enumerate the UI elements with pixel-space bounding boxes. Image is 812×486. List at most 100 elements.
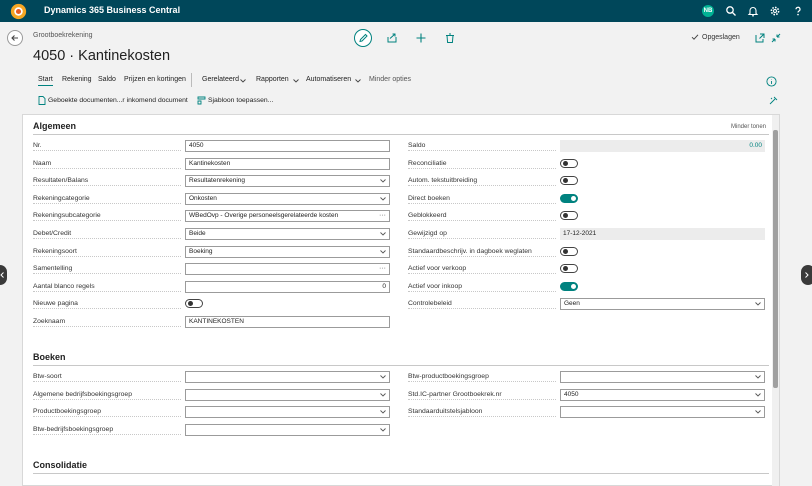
saved-status: Opgeslagen xyxy=(702,34,740,41)
section-title-general[interactable]: Algemeen xyxy=(33,121,76,131)
direct-boeken-toggle[interactable] xyxy=(560,193,578,203)
controlebeleid-value: Geen xyxy=(564,300,580,308)
info-icon[interactable] xyxy=(766,76,777,87)
rekeningsoort-label: Rekeningsoort xyxy=(33,247,77,255)
rekeningcategorie-field[interactable]: Onkosten xyxy=(185,192,390,205)
gewijzigd-op-label: Gewijzigd op xyxy=(408,230,447,237)
label-leader xyxy=(33,202,181,204)
label-leader xyxy=(408,238,556,239)
edit-button[interactable] xyxy=(354,29,372,47)
rekeningcategorie-label: Rekeningcategorie xyxy=(33,194,90,202)
chevron-down-icon xyxy=(293,79,299,83)
autom-tekstuitbreiding-toggle[interactable] xyxy=(560,176,578,186)
open-new-window-icon[interactable] xyxy=(754,32,766,44)
tab-separator xyxy=(191,73,192,87)
std-ic-partner-grootboekrek-nr-label: Std.IC-partner Grootboekrek.nr xyxy=(408,390,502,398)
geblokkeerd-toggle[interactable] xyxy=(560,211,578,221)
label-leader xyxy=(408,381,556,382)
chevron-down-icon xyxy=(380,410,386,414)
nr-label: Nr. xyxy=(33,142,42,149)
section-divider xyxy=(33,473,769,474)
lookup-icon[interactable]: ··· xyxy=(379,264,386,273)
aantal-blanco-regels-label: Aantal blanco regels xyxy=(33,282,95,290)
label-leader xyxy=(33,220,181,222)
samentelling-field[interactable]: ··· xyxy=(185,263,390,276)
gear-icon[interactable] xyxy=(769,5,781,17)
reconciliatie-toggle[interactable] xyxy=(560,158,578,168)
rekeningcategorie-value: Onkosten xyxy=(189,194,217,202)
resultaten-balans-field[interactable]: Resultatenrekening xyxy=(185,175,390,188)
label-leader xyxy=(408,308,556,310)
chevron-down-icon xyxy=(380,375,386,379)
btw-bedrijfsboekingsgroep-field[interactable] xyxy=(185,423,390,436)
lookup-icon[interactable]: ··· xyxy=(379,211,386,220)
zoeknaam-field[interactable]: KANTINEKOSTEN xyxy=(185,316,390,328)
pencil-icon xyxy=(359,33,368,43)
show-less-button[interactable]: Minder tonen xyxy=(731,124,766,130)
label-leader xyxy=(408,167,556,169)
previous-record-button[interactable] xyxy=(0,265,7,285)
std-ic-partner-grootboekrek-nr-field[interactable]: 4050 xyxy=(560,388,765,401)
apply-template-button[interactable]: Sjabloon toepassen... xyxy=(208,97,273,104)
rekeningsoort-field[interactable]: Boeking xyxy=(185,245,390,258)
nr-field[interactable]: 4050 xyxy=(185,140,390,152)
standaardbeschrijv-in-dagboek-weglaten-toggle[interactable] xyxy=(560,246,578,256)
help-icon[interactable] xyxy=(792,5,804,17)
controlebeleid-field[interactable]: Geen xyxy=(560,298,765,311)
tab-gerelateerd[interactable]: Gerelateerd xyxy=(202,76,239,83)
chevron-down-icon xyxy=(755,302,761,307)
back-button[interactable] xyxy=(7,30,23,46)
chevron-down-icon xyxy=(380,232,386,236)
next-record-button[interactable] xyxy=(801,265,812,285)
standaarduitstelsjabloon-field[interactable] xyxy=(560,406,765,419)
actief-voor-verkoop-toggle[interactable] xyxy=(560,264,578,274)
controlebeleid-label: Controlebeleid xyxy=(408,300,452,308)
user-avatar[interactable]: NB xyxy=(702,5,714,17)
reconciliatie-label: Reconciliatie xyxy=(408,159,447,167)
tab-saldo[interactable]: Saldo xyxy=(98,76,116,83)
record-page: Grootboekrekening 4050 · Kantinekosten O… xyxy=(0,22,812,486)
add-icon[interactable] xyxy=(415,32,427,44)
label-leader xyxy=(33,381,181,382)
naam-field[interactable]: Kantinekosten xyxy=(185,157,390,170)
section-title-consolidation[interactable]: Consolidatie xyxy=(33,460,87,470)
nieuwe-pagina-toggle[interactable] xyxy=(185,299,203,309)
aantal-blanco-regels-field[interactable]: 0 xyxy=(185,280,390,293)
tab-rekening[interactable]: Rekening xyxy=(62,76,92,83)
personalize-icon[interactable] xyxy=(769,96,778,105)
debet-credit-value: Beide xyxy=(189,230,206,237)
actief-voor-inkoop-label: Actief voor inkoop xyxy=(408,282,463,290)
arrow-left-icon xyxy=(11,35,18,41)
zoeknaam-label: Zoeknaam xyxy=(33,318,66,325)
section-title-posting[interactable]: Boeken xyxy=(33,352,66,362)
scrollbar-thumb[interactable] xyxy=(773,130,778,388)
share-icon[interactable] xyxy=(386,32,398,44)
rekeningsubcategorie-field[interactable]: WBedOvp - Overige personeelsgerelateerde… xyxy=(185,210,390,223)
bell-icon[interactable] xyxy=(747,5,759,17)
tab-rapporten[interactable]: Rapporten xyxy=(256,76,289,83)
app-title: Dynamics 365 Business Central xyxy=(44,5,181,15)
btw-soort-field[interactable] xyxy=(185,371,390,383)
tab-prijzen-en-kortingen[interactable]: Prijzen en kortingen xyxy=(124,76,186,83)
rekeningsubcategorie-label: Rekeningsubcategorie xyxy=(33,212,101,220)
tab-automatiseren[interactable]: Automatiseren xyxy=(306,76,351,83)
tab-minder-opties[interactable]: Minder opties xyxy=(369,76,411,83)
rekeningsoort-value: Boeking xyxy=(189,247,213,255)
debet-credit-field[interactable]: Beide xyxy=(185,228,390,240)
tab-start[interactable]: Start xyxy=(38,76,53,86)
label-leader xyxy=(408,255,556,257)
productboekingsgroep-field[interactable] xyxy=(185,406,390,419)
saldo-label: Saldo xyxy=(408,142,426,149)
chevron-down-icon xyxy=(380,196,386,201)
saldo-value: 0.00 xyxy=(560,140,765,152)
booked-documents-button[interactable]: Geboekte documenten...r inkomend documen… xyxy=(48,97,188,104)
standaardbeschrijv-in-dagboek-weglaten-label: Standaardbeschrijv. in dagboek weglaten xyxy=(408,247,532,255)
label-leader xyxy=(33,255,181,257)
actief-voor-inkoop-toggle[interactable] xyxy=(560,281,578,291)
search-icon[interactable] xyxy=(725,5,737,17)
breadcrumb[interactable]: Grootboekrekening xyxy=(33,32,93,39)
algemene-bedrijfsboekingsgroep-field[interactable] xyxy=(185,388,390,401)
collapse-icon[interactable] xyxy=(770,32,782,44)
delete-icon[interactable] xyxy=(444,32,456,44)
btw-productboekingsgroep-field[interactable] xyxy=(560,371,765,383)
